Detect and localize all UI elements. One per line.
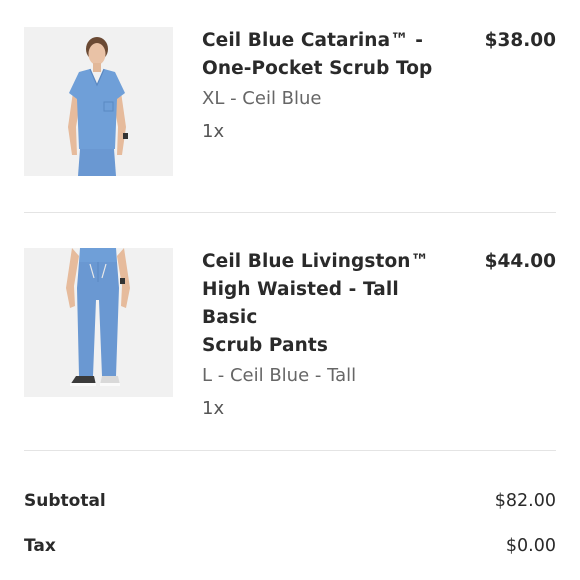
product-name-line[interactable]: Ceil Blue Catarina™ -: [202, 27, 456, 55]
product-variant: L - Ceil Blue - Tall: [202, 365, 357, 386]
product-quantity: 1x: [202, 398, 225, 419]
product-name-line[interactable]: One-Pocket Scrub Top: [202, 55, 456, 83]
product-image-scrub-top[interactable]: [24, 27, 173, 176]
subtotal-value: $82.00: [494, 491, 556, 511]
tax-row: Tax $0.00: [24, 536, 556, 562]
product-name-line[interactable]: Scrub Pants: [202, 332, 456, 360]
divider: [24, 450, 556, 451]
item-info: Ceil Blue Catarina™ - One-Pocket Scrub T…: [202, 27, 456, 146]
product-name[interactable]: Ceil Blue Catarina™ - One-Pocket Scrub T…: [202, 27, 456, 83]
product-price: $38.00: [484, 30, 556, 51]
product-name[interactable]: Ceil Blue Livingston™ High Waisted - Tal…: [202, 248, 456, 360]
tax-label: Tax: [24, 536, 56, 556]
product-image-scrub-pants[interactable]: [24, 248, 173, 397]
product-variant: XL - Ceil Blue: [202, 88, 322, 109]
subtotal-label: Subtotal: [24, 491, 106, 511]
divider: [24, 212, 556, 213]
tax-value: $0.00: [505, 536, 556, 556]
scrub-pants-photo-icon: [24, 248, 173, 397]
item-info: Ceil Blue Livingston™ High Waisted - Tal…: [202, 248, 456, 423]
product-name-line[interactable]: Ceil Blue Livingston™: [202, 248, 456, 276]
scrub-top-photo-icon: [24, 27, 173, 176]
subtotal-row: Subtotal $82.00: [24, 491, 556, 517]
product-name-line[interactable]: High Waisted - Tall Basic: [202, 276, 456, 332]
product-price: $44.00: [484, 251, 556, 272]
cart-item: Ceil Blue Livingston™ High Waisted - Tal…: [24, 248, 556, 419]
cart-item: Ceil Blue Catarina™ - One-Pocket Scrub T…: [24, 27, 556, 177]
product-quantity: 1x: [202, 121, 225, 142]
